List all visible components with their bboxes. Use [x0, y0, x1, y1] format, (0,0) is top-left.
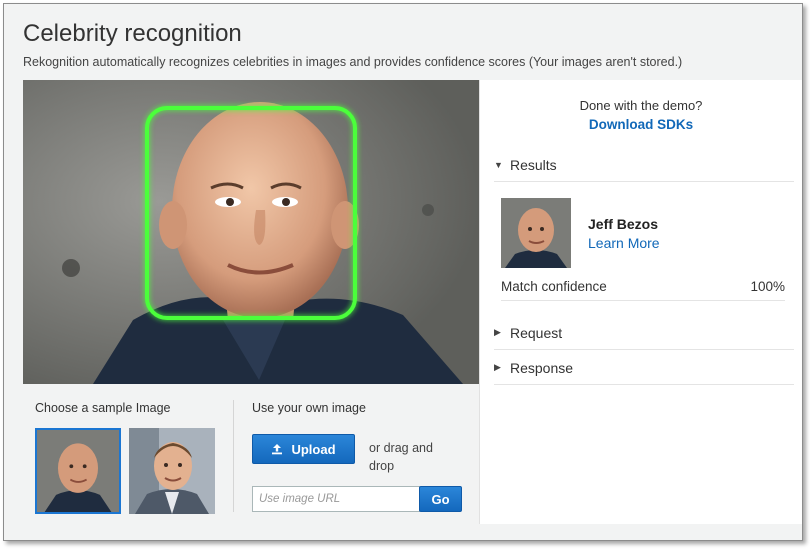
- caret-right-icon: ▶: [494, 327, 501, 337]
- request-section-header[interactable]: ▶ Request: [494, 316, 794, 350]
- sample-image-label: Choose a sample Image: [35, 401, 171, 415]
- request-label: Request: [510, 324, 563, 341]
- results-label: Results: [510, 156, 557, 173]
- response-section-header[interactable]: ▶ Response: [494, 351, 794, 385]
- go-button[interactable]: Go: [419, 486, 462, 512]
- own-image-label: Use your own image: [252, 401, 366, 415]
- sample-image-2[interactable]: [129, 428, 215, 514]
- response-label: Response: [510, 359, 574, 376]
- sample-image-1[interactable]: [35, 428, 121, 514]
- match-confidence-value: 100%: [750, 279, 785, 294]
- page-title: Celebrity recognition: [23, 20, 242, 47]
- upload-icon: [272, 444, 283, 455]
- caret-right-icon: ▶: [494, 362, 501, 372]
- download-sdks-link[interactable]: Download SDKs: [480, 117, 802, 132]
- results-panel: Done with the demo? Download SDKs ▼ Resu…: [479, 80, 802, 524]
- image-url-input[interactable]: [252, 486, 420, 512]
- image-input-area: Choose a sample Image Use your own image…: [23, 384, 479, 524]
- analyzed-image: [23, 80, 479, 384]
- page-subtitle: Rekognition automatically recognizes cel…: [23, 55, 683, 69]
- upload-button[interactable]: Upload: [252, 434, 355, 464]
- celebrity-name: Jeff Bezos: [588, 216, 659, 232]
- drag-drop-hint: or drag and drop: [369, 441, 433, 473]
- celebrity-thumbnail: [501, 198, 571, 268]
- vertical-divider: [233, 400, 234, 512]
- match-confidence-row: Match confidence 100%: [501, 273, 785, 301]
- results-section-header[interactable]: ▼ Results: [494, 148, 794, 182]
- caret-down-icon: ▼: [494, 159, 503, 170]
- done-demo-text: Done with the demo?: [579, 98, 703, 113]
- demo-frame: Celebrity recognition Rekognition automa…: [3, 3, 803, 541]
- portrait-photo: [23, 80, 479, 384]
- match-confidence-label: Match confidence: [501, 279, 607, 294]
- upload-button-label: Upload: [291, 441, 336, 457]
- learn-more-link[interactable]: Learn More: [588, 235, 660, 251]
